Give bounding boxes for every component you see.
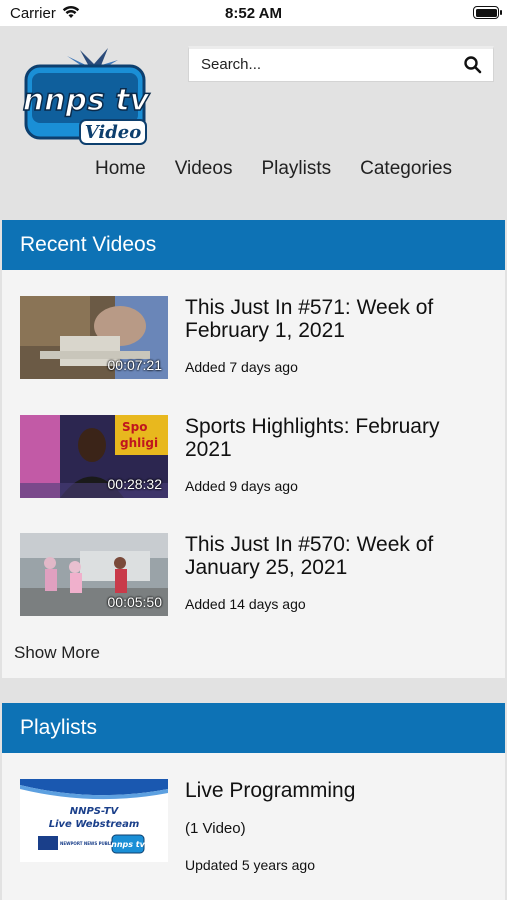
nav-playlists[interactable]: Playlists xyxy=(261,158,331,180)
video-duration: 00:07:21 xyxy=(107,357,163,373)
video-added: Added 14 days ago xyxy=(185,596,306,612)
video-title[interactable]: Sports Highlights: February 2021 xyxy=(185,415,485,461)
recent-videos-panel: 00:07:21 This Just In #571: Week of Febr… xyxy=(2,270,505,678)
playlist-thumbnail[interactable]: NNPS-TV Live Webstream NEWPORT NEWS PUBL… xyxy=(20,779,168,862)
video-item[interactable]: 00:05:50 This Just In #570: Week of Janu… xyxy=(20,533,490,623)
battery-icon xyxy=(473,6,502,19)
video-title[interactable]: This Just In #570: Week of January 25, 2… xyxy=(185,533,485,579)
video-thumbnail[interactable]: 00:07:21 xyxy=(20,296,168,379)
playlist-count: (1 Video) xyxy=(185,820,246,837)
nnps-tv-logo[interactable]: nnps tv Video xyxy=(22,46,152,146)
video-thumbnail[interactable]: Spo ghligi 00:28:32 xyxy=(20,415,168,498)
video-title[interactable]: This Just In #571: Week of February 1, 2… xyxy=(185,296,485,342)
clock: 8:52 AM xyxy=(225,5,282,22)
logo-subtext: Video xyxy=(85,122,142,143)
playlist-updated: Updated 5 years ago xyxy=(185,857,315,873)
nav-categories[interactable]: Categories xyxy=(360,158,452,180)
video-added: Added 9 days ago xyxy=(185,478,298,494)
video-duration: 00:05:50 xyxy=(107,594,163,610)
search-icon[interactable] xyxy=(463,55,483,75)
playlists-panel: NNPS-TV Live Webstream NEWPORT NEWS PUBL… xyxy=(2,753,505,900)
playlist-item[interactable]: NNPS-TV Live Webstream NEWPORT NEWS PUBL… xyxy=(20,779,490,873)
video-item[interactable]: 00:07:21 This Just In #571: Week of Febr… xyxy=(20,296,490,386)
video-added: Added 7 days ago xyxy=(185,359,298,375)
search-input[interactable] xyxy=(189,49,449,80)
thumb-logo: nnps tv xyxy=(111,840,145,849)
search-box xyxy=(188,46,494,82)
thumb-title: NNPS-TV xyxy=(70,806,120,817)
nav-home[interactable]: Home xyxy=(95,158,146,180)
nav-videos[interactable]: Videos xyxy=(175,158,233,180)
playlist-title[interactable]: Live Programming xyxy=(185,779,485,802)
site-header: nnps tv Video Home Videos Playlists Cate… xyxy=(0,26,507,219)
main-nav: Home Videos Playlists Categories xyxy=(95,158,481,180)
svg-text:Spo: Spo xyxy=(122,420,147,434)
recent-videos-heading: Recent Videos xyxy=(2,220,505,270)
video-duration: 00:28:32 xyxy=(107,476,163,492)
logo-text: nnps tv xyxy=(23,83,151,118)
show-more-link[interactable]: Show More xyxy=(14,643,100,663)
status-bar: Carrier 8:52 AM xyxy=(0,0,507,26)
video-thumbnail[interactable]: 00:05:50 xyxy=(20,533,168,616)
playlists-heading: Playlists xyxy=(2,703,505,753)
thumb-subtitle: Live Webstream xyxy=(49,819,140,830)
video-item[interactable]: Spo ghligi 00:28:32 Sports Highlights: F… xyxy=(20,415,490,505)
svg-text:ghligi: ghligi xyxy=(120,436,158,450)
